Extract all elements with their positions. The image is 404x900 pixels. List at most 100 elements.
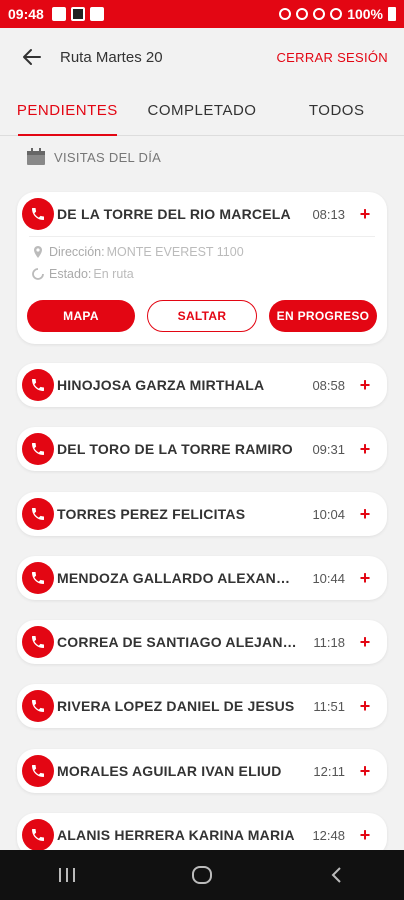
- phone-icon: [32, 829, 44, 841]
- client-name: MENDOZA GALLARDO ALEXANDRA: [57, 570, 297, 586]
- section-title: VISITAS DEL DÍA: [54, 149, 162, 165]
- mute-icon: [279, 8, 292, 20]
- visit-time: 11:51: [313, 698, 345, 714]
- call-button[interactable]: [22, 433, 54, 465]
- app-notification-icon: [70, 7, 85, 21]
- app-bar: Ruta Martes 20 CERRAR SESIÓN: [0, 28, 404, 86]
- address-label: Dirección:: [49, 245, 105, 259]
- map-button[interactable]: MAPA: [27, 300, 135, 332]
- status-line: Estado: En ruta: [17, 263, 387, 285]
- status-label: Estado:: [49, 267, 92, 281]
- plus-icon[interactable]: +: [355, 696, 375, 717]
- client-name: CORREA DE SANTIAGO ALEJANDRA: [57, 634, 297, 650]
- call-button[interactable]: [22, 626, 54, 658]
- call-button[interactable]: [22, 690, 54, 722]
- client-name: TORRES PEREZ FELICITAS: [57, 506, 246, 522]
- home-button[interactable]: [172, 855, 232, 895]
- recent-apps-icon: [59, 868, 76, 882]
- visit-card[interactable]: CORREA DE SANTIAGO ALEJANDRA 11:18 +: [17, 620, 387, 664]
- visit-time: 10:04: [312, 506, 345, 522]
- phone-icon: [32, 700, 44, 712]
- phone-icon: [32, 572, 44, 584]
- plus-icon[interactable]: +: [355, 632, 375, 653]
- visit-card[interactable]: MORALES AGUILAR IVAN ELIUD 12:11 +: [17, 749, 387, 793]
- visit-row: DEL TORO DE LA TORRE RAMIRO 09:31 +: [17, 427, 387, 471]
- in-progress-button[interactable]: EN PROGRESO: [269, 300, 377, 332]
- call-button[interactable]: [22, 198, 54, 230]
- visit-time: 11:18: [313, 634, 345, 650]
- visit-row: RIVERA LOPEZ DANIEL DE JESUS 11:51 +: [17, 684, 387, 728]
- call-button[interactable]: [22, 819, 54, 851]
- tab-pending[interactable]: PENDIENTES: [0, 86, 135, 136]
- chevron-left-icon: [331, 867, 341, 883]
- visit-actions: MAPA SALTAR EN PROGRESO: [17, 285, 387, 344]
- call-button[interactable]: [22, 369, 54, 401]
- visit-card[interactable]: RIVERA LOPEZ DANIEL DE JESUS 11:51 +: [17, 684, 387, 728]
- plus-icon[interactable]: +: [355, 825, 375, 846]
- client-name: MORALES AGUILAR IVAN ELIUD: [57, 763, 282, 779]
- visit-card[interactable]: MENDOZA GALLARDO ALEXANDRA 10:44 +: [17, 556, 387, 600]
- visit-row: TORRES PEREZ FELICITAS 10:04 +: [17, 492, 387, 536]
- plus-icon[interactable]: +: [355, 568, 375, 589]
- address-value: MONTE EVEREST 1100: [106, 245, 244, 259]
- phone-icon: [32, 636, 44, 648]
- visit-time: 10:44: [312, 570, 345, 586]
- phone-icon: [32, 208, 44, 220]
- signal-icon: [330, 8, 343, 20]
- visit-row: DE LA TORRE DEL RIO MARCELA 08:13 +: [17, 192, 387, 236]
- skip-button[interactable]: SALTAR: [147, 300, 257, 332]
- plus-icon[interactable]: +: [355, 439, 375, 460]
- logout-button[interactable]: CERRAR SESIÓN: [276, 50, 388, 65]
- checkbox-notification-icon: [89, 7, 104, 21]
- tab-bar: PENDIENTES COMPLETADO TODOS: [0, 86, 404, 136]
- back-button[interactable]: [12, 37, 52, 77]
- section-header: VISITAS DEL DÍA: [26, 148, 161, 166]
- phone-icon: [32, 379, 44, 391]
- divider: [29, 236, 375, 237]
- wifi-icon: [313, 8, 326, 20]
- client-name: DEL TORO DE LA TORRE RAMIRO: [57, 441, 293, 457]
- phone-icon: [32, 508, 44, 520]
- visit-time: 12:11: [313, 763, 345, 779]
- arrow-left-icon: [23, 49, 41, 65]
- phone-icon: [32, 765, 44, 777]
- location-pin-icon: [34, 246, 42, 258]
- battery-icon: [388, 7, 396, 21]
- call-button[interactable]: [22, 498, 54, 530]
- visit-row: MORALES AGUILAR IVAN ELIUD 12:11 +: [17, 749, 387, 793]
- visit-time: 09:31: [312, 441, 345, 457]
- plus-icon[interactable]: +: [355, 761, 375, 782]
- tab-completed[interactable]: COMPLETADO: [135, 86, 270, 135]
- plus-icon[interactable]: +: [355, 504, 375, 525]
- visit-card-expanded[interactable]: DE LA TORRE DEL RIO MARCELA 08:13 + Dire…: [17, 192, 387, 344]
- battery-text: 100%: [347, 6, 383, 22]
- back-nav-button[interactable]: [307, 855, 367, 895]
- client-name: ALANIS HERRERA KARINA MARIA: [57, 827, 295, 843]
- visit-row: MENDOZA GALLARDO ALEXANDRA 10:44 +: [17, 556, 387, 600]
- recent-apps-button[interactable]: [37, 855, 97, 895]
- visit-card[interactable]: TORRES PEREZ FELICITAS 10:04 +: [17, 492, 387, 536]
- visit-time: 08:58: [312, 377, 345, 393]
- visit-time: 08:13: [312, 206, 345, 222]
- home-icon: [191, 866, 212, 884]
- system-nav-bar: [0, 850, 404, 900]
- loading-icon: [32, 268, 44, 280]
- plus-icon[interactable]: +: [355, 204, 375, 225]
- route-title: Ruta Martes 20: [60, 48, 163, 66]
- visit-row: CORREA DE SANTIAGO ALEJANDRA 11:18 +: [17, 620, 387, 664]
- client-name: HINOJOSA GARZA MIRTHALA: [57, 377, 265, 393]
- phone-icon: [32, 443, 44, 455]
- call-button[interactable]: [22, 755, 54, 787]
- visit-card[interactable]: HINOJOSA GARZA MIRTHALA 08:58 +: [17, 363, 387, 407]
- plus-icon[interactable]: +: [355, 375, 375, 396]
- location-icon: [296, 8, 309, 20]
- visit-card[interactable]: DEL TORO DE LA TORRE RAMIRO 09:31 +: [17, 427, 387, 471]
- client-name: RIVERA LOPEZ DANIEL DE JESUS: [57, 698, 295, 714]
- tab-all[interactable]: TODOS: [269, 86, 404, 135]
- client-name: DE LA TORRE DEL RIO MARCELA: [57, 206, 291, 222]
- status-bar: 09:48 100%: [0, 0, 404, 28]
- call-button[interactable]: [22, 562, 54, 594]
- calendar-icon: [27, 148, 45, 165]
- status-value: En ruta: [93, 267, 134, 281]
- address-line: Dirección: MONTE EVEREST 1100: [17, 241, 387, 263]
